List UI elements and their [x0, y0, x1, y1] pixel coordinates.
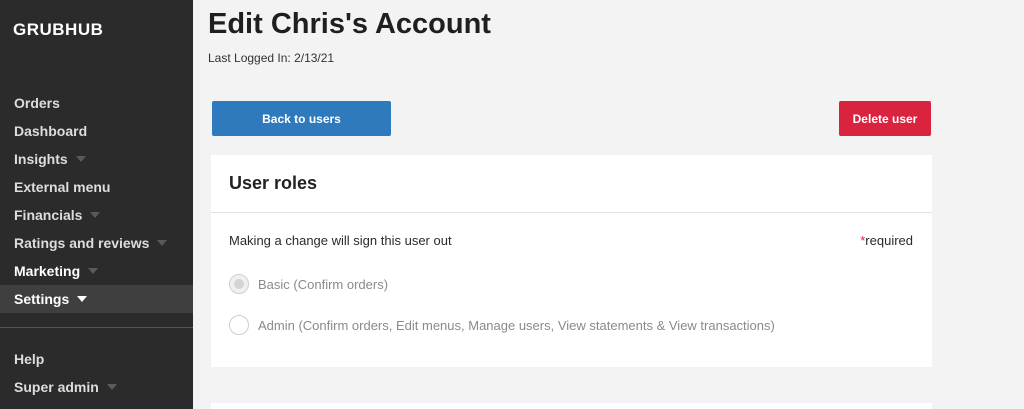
- chevron-down-icon: [75, 156, 86, 162]
- required-indicator: *required: [860, 233, 913, 248]
- sidebar-item-settings[interactable]: Settings: [0, 285, 193, 313]
- sidebar-item-insights[interactable]: Insights: [0, 145, 193, 173]
- role-option-label: Basic (Confirm orders): [258, 276, 389, 292]
- sidebar-item-dashboard[interactable]: Dashboard: [0, 117, 193, 145]
- grubhub-logo[interactable]: GRUBHUB: [13, 20, 103, 40]
- user-roles-card: User roles Making a change will sign thi…: [211, 155, 932, 367]
- sidebar-item-label: Settings: [14, 291, 70, 307]
- sidebar-item-orders[interactable]: Orders: [0, 89, 193, 117]
- sidebar-item-label: Help: [14, 351, 45, 367]
- role-option-basic[interactable]: Basic (Confirm orders): [229, 274, 388, 294]
- basic-role-radio[interactable]: [229, 274, 249, 294]
- chevron-down-icon: [157, 240, 168, 246]
- last-logged-in: Last Logged In: 2/13/21: [208, 51, 335, 65]
- card-divider: [211, 212, 932, 213]
- sidebar-item-marketing[interactable]: Marketing: [0, 257, 193, 285]
- chevron-down-icon: [77, 296, 88, 302]
- sidebar-item-label: Financials: [14, 207, 83, 223]
- admin-role-radio[interactable]: [229, 315, 249, 335]
- chevron-down-icon: [106, 384, 117, 390]
- sidebar-item-label: Orders: [14, 95, 60, 111]
- required-label: required: [865, 233, 913, 248]
- sidebar-item-label: Marketing: [14, 263, 81, 279]
- sidebar-item-help[interactable]: Help: [0, 345, 193, 373]
- user-roles-heading: User roles: [229, 173, 318, 193]
- role-option-admin[interactable]: Admin (Confirm orders, Edit menus, Manag…: [229, 315, 775, 335]
- chevron-down-icon: [88, 268, 99, 274]
- sidebar-divider: [0, 327, 193, 328]
- sidebar-item-label: Super admin: [14, 379, 99, 395]
- delete-user-button[interactable]: Delete user: [839, 101, 931, 136]
- sidebar-item-financials[interactable]: Financials: [0, 201, 193, 229]
- page-title: Edit Chris's Account: [208, 8, 491, 40]
- sidebar-item-external-menu[interactable]: External menu: [0, 173, 193, 201]
- sidebar-item-super-admin[interactable]: Super admin: [0, 373, 193, 401]
- sign-out-notice: Making a change will sign this user out: [229, 233, 452, 248]
- secondary-card: [211, 403, 932, 409]
- chevron-down-icon: [90, 212, 101, 218]
- sidebar-item-label: Ratings and reviews: [14, 235, 150, 251]
- sidebar-item-label: External menu: [14, 179, 111, 195]
- sidebar-item-label: Dashboard: [14, 123, 88, 139]
- sidebar-item-label: Insights: [14, 151, 68, 167]
- back-to-users-button[interactable]: Back to users: [212, 101, 391, 136]
- sidebar: GRUBHUB Orders Dashboard Insights Extern…: [0, 0, 193, 409]
- sidebar-item-ratings-and-reviews[interactable]: Ratings and reviews: [0, 229, 193, 257]
- role-option-label: Admin (Confirm orders, Edit menus, Manag…: [258, 317, 775, 333]
